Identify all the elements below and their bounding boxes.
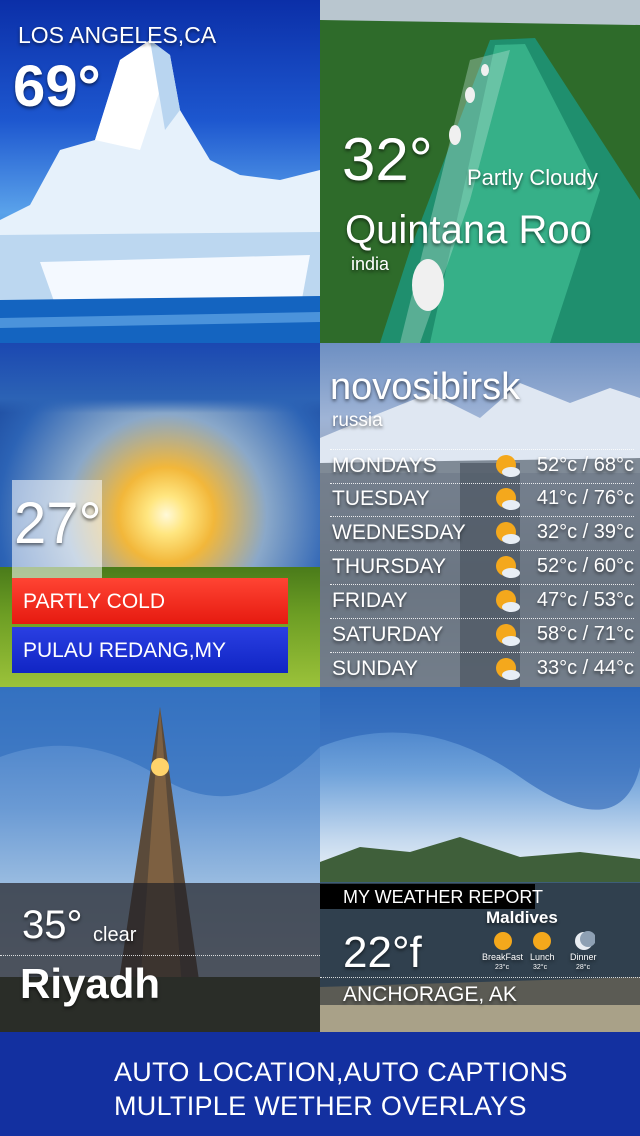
iceberg-image [0,40,320,343]
forecast-row: SATURDAY 58°c / 71°c [330,619,634,653]
day-label: FRIDAY [332,589,408,612]
tile-riyadh[interactable]: 35° clear Riyadh [0,687,320,1032]
sky-band [0,343,320,413]
moon-icon [575,931,595,950]
partly-sunny-icon [496,624,520,646]
partly-sunny-icon [496,590,520,612]
tile-anchorage[interactable]: MY WEATHER REPORT Maldives 22°f BreakFas… [320,687,640,1032]
temperature: 27° [14,491,102,556]
temperature-range: 47°c / 53°c [536,589,634,611]
meal-label: BreakFast [482,952,524,962]
condition-label: PARTLY COLD [23,590,165,613]
meal-label: Dinner [570,952,597,962]
tile-quintana-roo[interactable]: 32° Partly Cloudy Quintana Roo india [320,0,640,343]
tile-pulau-redang[interactable]: 27° PARTLY COLD PULAU REDANG,MY [0,343,320,687]
partly-sunny-icon [496,455,520,477]
temperature-range: 52°c / 68°c [536,454,634,476]
forecast-row: THURSDAY 52°c / 60°c [330,551,634,585]
city-label: ANCHORAGE, AK [343,983,517,1006]
day-label: TUESDAY [332,487,430,510]
city-label: LOS ANGELES,CA [18,22,217,48]
day-label: THURSDAY [332,555,446,578]
sun-icon [533,932,551,950]
sun-icon [494,932,512,950]
forecast-row: SUNDAY 33°c / 44°c [330,653,634,686]
divider [0,955,320,956]
forecast-row: TUESDAY 41°c / 76°c [330,483,634,517]
report-header: MY WEATHER REPORT [343,887,544,907]
city-label: novosibirsk [330,366,521,408]
meal-temp: 23°c [495,964,510,971]
partly-sunny-icon [496,488,520,510]
temperature: 69° [13,54,101,119]
day-label: MONDAYS [332,454,437,477]
temperature-range: 33°c / 44°c [536,657,634,679]
day-label: WEDNESDAY [332,521,466,544]
forecast-row: WEDNESDAY 32°c / 39°c [330,517,634,551]
tile-los-angeles[interactable]: LOS ANGELES,CA 69° [0,0,320,343]
temperature: 35° [22,903,83,947]
partly-sunny-icon [496,658,520,680]
tile-novosibirsk[interactable]: novosibirsk russia MONDAYS 52°c / 68°c T… [320,343,640,687]
condition-label: clear [93,924,137,946]
partly-sunny-icon [496,522,520,544]
temperature: 22°f [343,928,422,977]
day-label: SATURDAY [332,623,444,646]
city-label: Quintana Roo [345,208,592,252]
forecast-row: MONDAYS 52°c / 68°c [330,449,634,484]
city-label: PULAU REDANG,MY [23,639,227,662]
meal-temp: 32°c [533,964,548,971]
overlay-grid: LOS ANGELES,CA 69° 32° Partly Cloudy Qui… [0,0,640,1032]
place-label: Maldives [486,908,558,927]
country-label: india [351,254,390,274]
temperature-range: 58°c / 71°c [536,623,634,645]
condition-label: Partly Cloudy [467,165,598,190]
promo-footer: AUTO LOCATION,AUTO CAPTIONS MULTIPLE WET… [0,1032,640,1136]
meal-temp: 28°c [576,964,591,971]
temperature-range: 41°c / 76°c [536,487,634,509]
country-label: russia [332,410,383,431]
divider [320,977,640,978]
partly-sunny-icon [496,556,520,578]
day-label: SUNDAY [332,657,418,680]
temperature-range: 52°c / 60°c [536,555,634,577]
temperature-range: 32°c / 39°c [536,521,634,543]
promo-line-2: MULTIPLE WETHER OVERLAYS [114,1091,527,1121]
meal-label: Lunch [530,952,555,962]
forecast-row: FRIDAY 47°c / 53°c [330,585,634,619]
city-label: Riyadh [20,960,161,1007]
promo-line-1: AUTO LOCATION,AUTO CAPTIONS [114,1057,568,1087]
temperature: 32° [342,126,433,193]
